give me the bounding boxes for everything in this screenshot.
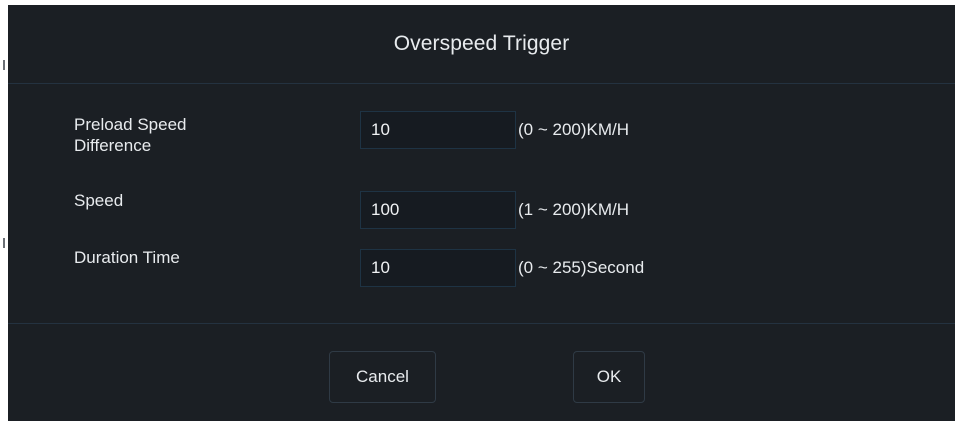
dialog-title: Overspeed Trigger	[393, 32, 570, 55]
dialog-body: Preload Speed Difference (0 ~ 200)KM/H S…	[8, 84, 955, 323]
edge-marker	[3, 60, 5, 70]
duration-time-range: (0 ~ 255)Second	[518, 258, 645, 277]
overspeed-trigger-dialog: Overspeed Trigger Preload Speed Differen…	[8, 5, 955, 421]
duration-time-label: Duration Time	[74, 248, 180, 267]
duration-time-input[interactable]	[360, 249, 516, 287]
preload-speed-difference-label-line2: Difference	[74, 136, 152, 155]
preload-speed-difference-range: (0 ~ 200)KM/H	[518, 120, 630, 139]
preload-speed-difference-input[interactable]	[360, 111, 516, 149]
speed-range: (1 ~ 200)KM/H	[518, 200, 630, 219]
ok-button[interactable]: OK	[573, 351, 645, 403]
dialog-footer: Cancel OK	[8, 323, 955, 422]
edge-marker	[3, 238, 5, 248]
preload-speed-difference-label-line1: Preload Speed	[74, 115, 187, 134]
cancel-button[interactable]: Cancel	[329, 351, 436, 403]
speed-input[interactable]	[360, 191, 516, 229]
preload-speed-difference-label: Preload Speed Difference	[74, 114, 274, 156]
dialog-header: Overspeed Trigger	[8, 5, 955, 84]
speed-label: Speed	[74, 191, 124, 210]
